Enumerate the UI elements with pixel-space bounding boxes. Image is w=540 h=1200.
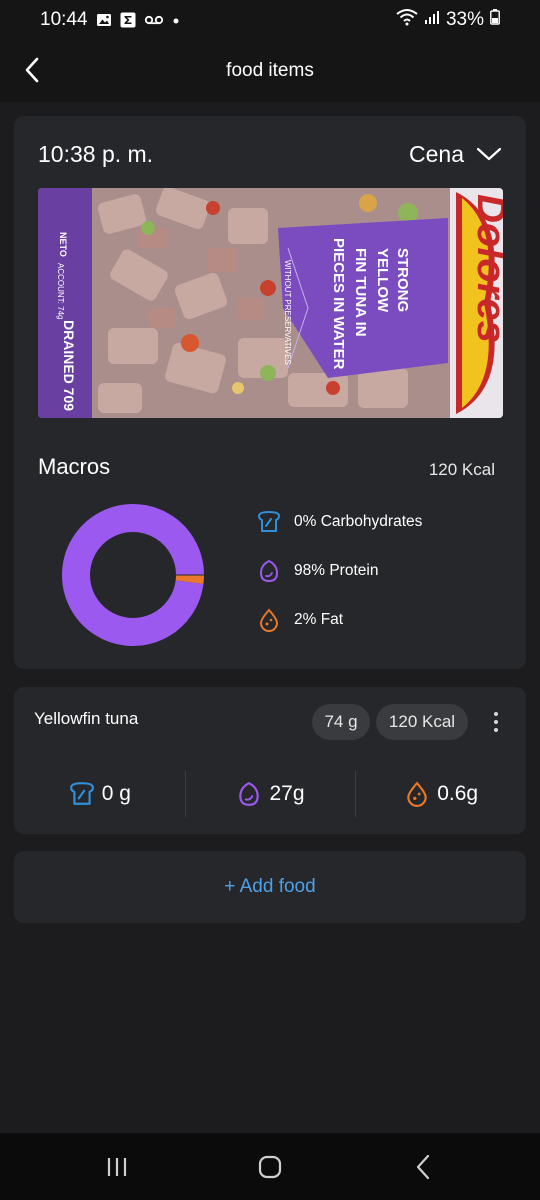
dot-icon — [172, 12, 180, 28]
signal-icon — [424, 9, 440, 31]
photo-text-line4: PIECES IN WATER — [330, 238, 347, 370]
status-time: 10:44 — [40, 9, 88, 30]
chevron-down-icon — [476, 147, 502, 161]
status-right: 33% — [396, 8, 500, 32]
meal-time[interactable]: 10:38 p. m. — [38, 141, 153, 168]
photo-text-line2: YELLOW — [374, 248, 391, 313]
photo-text-side3: NETO — [58, 232, 68, 257]
egg-icon — [256, 558, 282, 584]
photo-text-line1: STRONG — [394, 248, 411, 312]
food-item-card[interactable]: Yellowfin tuna 74 g 120 Kcal 0 g 27g 0.6… — [14, 687, 526, 834]
meal-type-label: Cena — [409, 140, 464, 167]
photo-text-small: WITHOUT PRESERVATIVES — [283, 260, 292, 365]
add-food-button[interactable]: + Add food — [14, 851, 526, 923]
meal-row: 10:38 p. m. Cena — [38, 136, 502, 172]
macros-kcal: 120 Kcal — [428, 460, 495, 479]
food-photo[interactable]: STRONG YELLOW FIN TUNA IN PIECES IN WATE… — [38, 188, 503, 418]
carbs-value: 0 g — [101, 782, 131, 805]
macros-legend: 0% Carbohydrates 98% Protein 2% Fat — [256, 508, 422, 655]
fat-value: 0.6g — [437, 782, 479, 805]
meal-card: 10:38 p. m. Cena STRONG YELLOW FIN TUNA … — [14, 116, 526, 669]
legend-carbs-label: 0% Carbohydrates — [294, 513, 423, 530]
voicemail-icon — [144, 12, 164, 28]
kcal-pill[interactable]: 120 Kcal — [376, 704, 468, 740]
legend-carbs: 0% Carbohydrates — [256, 508, 422, 536]
fat-drop-icon — [403, 780, 431, 808]
grams-pill[interactable]: 74 g — [312, 704, 370, 740]
wifi-icon — [396, 8, 418, 32]
photo-text-line3: FIN TUNA IN — [352, 248, 369, 337]
photo-text-side1: DRAINED 709 — [61, 320, 77, 411]
nutrient-protein: 27g — [184, 769, 356, 819]
nutrient-carbs: 0 g — [14, 769, 185, 819]
page-title: food items — [226, 60, 314, 81]
nutrient-fat: 0.6g — [355, 769, 526, 819]
protein-value: 27g — [269, 782, 305, 805]
meal-type-select[interactable]: Cena — [409, 141, 502, 168]
system-nav-bar — [0, 1133, 540, 1200]
legend-fat-label: 2% Fat — [294, 611, 344, 628]
photo-brand: Dolores — [469, 194, 503, 343]
legend-fat: 2% Fat — [256, 606, 422, 634]
recent-apps-icon[interactable] — [87, 1142, 147, 1192]
back-button[interactable] — [14, 52, 50, 88]
battery-icon — [490, 9, 500, 31]
legend-protein: 98% Protein — [256, 557, 422, 585]
macros-donut-chart — [62, 504, 205, 646]
food-name: Yellowfin tuna — [34, 709, 139, 728]
fat-drop-icon — [256, 607, 282, 633]
photo-text-side2: ACCOUNT: 74g — [56, 263, 65, 319]
back-icon[interactable] — [393, 1142, 453, 1192]
sigma-icon — [120, 12, 136, 28]
nutrient-row: 0 g 27g 0.6g — [14, 769, 526, 819]
battery-text: 33% — [445, 9, 484, 30]
donut-segment-egg — [62, 504, 204, 646]
app-header: food items — [0, 40, 540, 102]
more-vertical-icon[interactable] — [484, 707, 508, 737]
legend-protein-label: 98% Protein — [294, 562, 379, 579]
egg-icon — [235, 780, 263, 808]
status-bar: 10:44 33% — [0, 0, 540, 40]
gallery-icon — [96, 12, 112, 28]
status-left: 10:44 — [40, 9, 180, 31]
bread-icon — [256, 509, 282, 535]
macros-title: Macros — [38, 454, 111, 479]
bread-icon — [68, 780, 96, 808]
home-icon[interactable] — [240, 1142, 300, 1192]
add-food-label: + Add food — [224, 876, 316, 897]
chevron-left-icon — [25, 57, 39, 83]
